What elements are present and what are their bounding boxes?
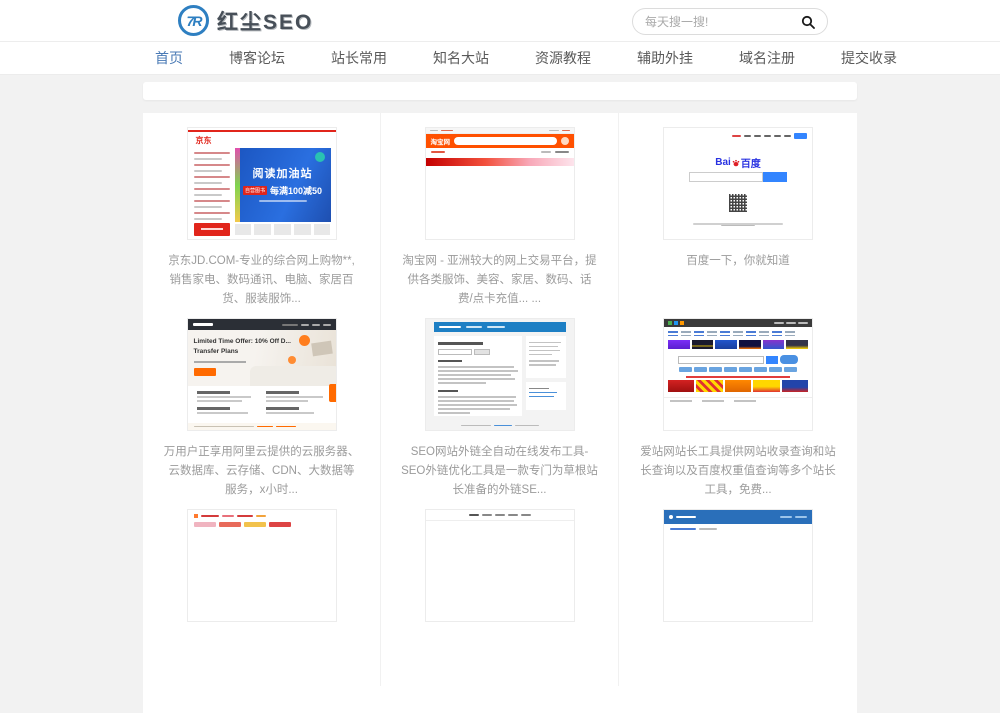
baidu-paw-icon [732,159,740,167]
baidu-login-button [794,133,807,139]
logo-title: 红尘SEO [217,6,313,36]
site-card-partial-2[interactable] [381,495,619,686]
nav-item-famous-sites[interactable]: 知名大站 [433,48,489,68]
aizhan-ad-row-1 [664,338,812,351]
search-icon[interactable] [801,15,815,29]
jd-coupon-box [194,223,230,236]
hichina-header [188,319,336,330]
seo-tool-links-panel [526,382,566,410]
baidu-search-row [689,172,787,182]
site-card-description: 京东JD.COM-专业的综合网上购物**,销售家电、数码通讯、电脑、家居百货、服… [143,252,380,309]
hichina-features [188,386,336,421]
nav-item-home[interactable]: 首页 [155,48,183,68]
site-card-taobao[interactable]: 淘宝网 淘宝网 - 亚洲较大的网上交易平台，提供各类服饰、美容、家居、数码、话费… [381,113,619,304]
taobao-logo: 淘宝网 [431,136,451,146]
baidu-qr-code [729,194,747,212]
logo-r-icon: 7R [178,5,209,36]
search-box [632,8,828,35]
seo-tool-thumbnail[interactable] [425,318,575,431]
baidu-search-input [689,172,763,182]
nav-item-resources[interactable]: 资源教程 [535,48,591,68]
seo-tool-footer [426,425,574,427]
partial-thumbnail-3[interactable] [663,509,813,622]
site-card-description: 万用户正享用阿里云提供的云服务器、云数据库、云存储、CDN、大数据等服务，x小时… [143,443,380,500]
partial-3-header [664,510,812,524]
site-card-description: 爱站网站长工具提供网站收录查询和站长查询以及百度权重值查询等多个站长工具，免费.… [619,443,857,500]
taobao-category-row [426,148,574,156]
jd-banner-badge: 自营图书 [243,186,267,195]
hichina-laptop-decor [311,341,333,357]
baidu-footer [664,215,812,233]
hichina-plate-decor [299,335,310,346]
aizhan-tool-buttons [664,367,812,372]
site-card-description: 百度一下，你就知道 [666,252,810,271]
baidu-top-nav [732,133,807,139]
hichina-side-tab [329,384,336,402]
seo-tool-url-input [438,349,472,355]
site-card-panel: 京东 阅读加油站 自营图书 每满100减50 [143,113,857,713]
seo-tool-sidebar-panel [526,336,566,378]
site-card-grid: 京东 阅读加油站 自营图书 每满100减50 [143,113,857,686]
search-input[interactable] [645,15,801,29]
aizhan-search-row [678,355,798,364]
nav-item-blog-forum[interactable]: 博客论坛 [229,48,285,68]
aizhan-search-input [678,356,764,364]
seo-tool-main-panel [434,336,522,416]
nav-item-domain-register[interactable]: 域名注册 [739,48,795,68]
taobao-header: 淘宝网 [426,134,574,148]
site-card-seo-tool[interactable]: SEO网站外链全自动在线发布工具-SEO外链优化工具是一款专门为草根站长准备的外… [381,304,619,495]
site-card-partial-3[interactable] [619,495,857,686]
taobao-thumbnail[interactable]: 淘宝网 [425,127,575,240]
nav-item-submit-site[interactable]: 提交收录 [841,48,897,68]
site-header: 7R 红尘SEO [0,0,1000,42]
baidu-logo: Bai 百度 [664,155,812,170]
site-card-aizhan[interactable]: 爱站网站长工具提供网站收录查询和站长查询以及百度权重值查询等多个站长工具，免费.… [619,304,857,495]
aizhan-topbar [664,319,812,327]
partial-thumbnail-1[interactable] [187,509,337,622]
baidu-thumbnail[interactable]: Bai 百度 [663,127,813,240]
main-nav: 首页 博客论坛 站长常用 知名大站 资源教程 辅助外挂 域名注册 提交收录 [0,42,1000,75]
jd-product-strip [235,224,331,235]
jd-sidebar-menu [194,148,230,224]
site-card-jd[interactable]: 京东 阅读加油站 自营图书 每满100减50 [143,113,381,304]
hichina-notice-bar [188,423,336,430]
aizhan-promo-bubble [780,355,798,364]
baidu-search-button [763,172,787,182]
jd-thumbnail[interactable]: 京东 阅读加油站 自营图书 每满100减50 [187,127,337,240]
taobao-promo-strip [426,158,574,166]
site-logo[interactable]: 7R 红尘SEO [178,5,313,36]
aizhan-link-rows [664,327,812,336]
aizhan-footer-links [664,397,812,404]
taobao-member-icon [561,137,569,145]
aizhan-search-button [766,356,778,364]
nav-item-plugins[interactable]: 辅助外挂 [637,48,693,68]
hichina-cup-decor [288,356,296,364]
banner-slider [143,82,857,100]
seo-tool-header [434,322,566,332]
aizhan-ad-row-2 [664,378,812,394]
hichina-hero: Limited Time Offer: 10% Off D... Transfe… [188,330,336,386]
partial-thumbnail-2[interactable] [425,509,575,622]
aizhan-thumbnail[interactable] [663,318,813,431]
jd-promo-banner: 阅读加油站 自营图书 每满100减50 [235,148,331,222]
jd-banner-subtitle: 每满100减50 [270,184,322,197]
site-card-baidu[interactable]: Bai 百度 [619,113,857,304]
jd-top-strip [188,130,336,132]
nav-item-webmaster-tools[interactable]: 站长常用 [331,48,387,68]
hichina-thumbnail[interactable]: Limited Time Offer: 10% Off D... Transfe… [187,318,337,431]
jd-banner-title: 阅读加油站 [235,165,331,181]
hichina-cta-button [194,368,216,376]
jd-banner-logo-icon [315,152,325,162]
jd-logo: 京东 [196,135,212,146]
site-card-partial-1[interactable] [143,495,381,686]
site-card-hichina[interactable]: Limited Time Offer: 10% Off D... Transfe… [143,304,381,495]
taobao-search-bar [454,137,557,145]
site-card-description: SEO网站外链全自动在线发布工具-SEO外链优化工具是一款专门为草根站长准备的外… [381,443,618,500]
hichina-headline: Limited Time Offer: 10% Off D... Transfe… [194,337,292,357]
seo-tool-submit-button [474,349,490,355]
site-card-description: 淘宝网 - 亚洲较大的网上交易平台，提供各类服饰、美容、家居、数码、话费/点卡充… [381,252,618,309]
